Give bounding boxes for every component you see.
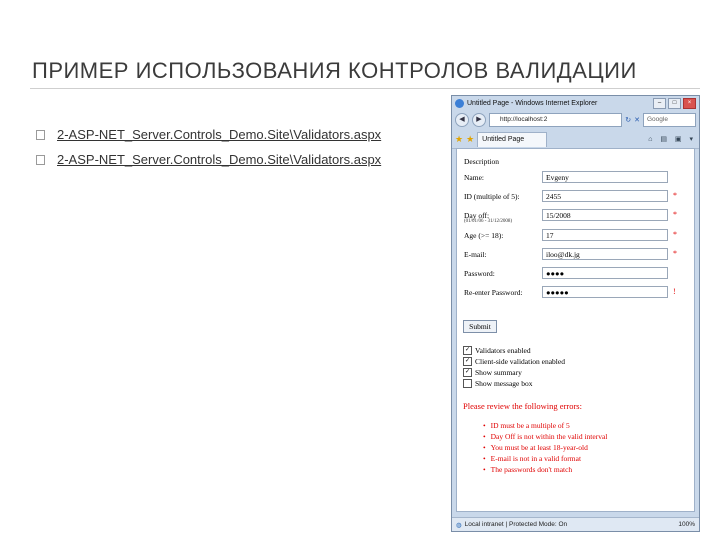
field-label: Re-enter Password: xyxy=(464,288,523,297)
id-input[interactable]: 2455 xyxy=(542,190,668,202)
field-label: ID (multiple of 5): xyxy=(464,192,520,201)
stop-icon[interactable]: ✕ xyxy=(634,116,640,124)
required-marker: * xyxy=(673,249,677,258)
error-item: You must be at least 18-year-old xyxy=(483,443,607,454)
form-row-reenter-password: Re-enter Password: ●●●●● ! xyxy=(464,286,689,300)
browser-window: Untitled Page - Windows Internet Explore… xyxy=(451,95,700,532)
field-note: (01/01/06 - 31/12/2008) xyxy=(464,219,513,224)
required-marker: * xyxy=(673,230,677,239)
globe-icon: ◍ xyxy=(456,521,462,529)
back-button[interactable]: ◀ xyxy=(455,113,469,127)
refresh-icon[interactable]: ↻ xyxy=(625,116,631,124)
validators-link[interactable]: 2-ASP-NET_Server.Controls_Demo.Site\Vali… xyxy=(57,127,381,142)
required-marker: ! xyxy=(673,287,676,296)
add-favorites-icon[interactable]: ★ xyxy=(466,134,474,145)
form-row-email: E-mail: iloo@dk.jg * xyxy=(464,248,689,262)
checkbox-validators-enabled[interactable]: ✓ Validators enabled xyxy=(463,345,531,355)
reenter-password-input[interactable]: ●●●●● xyxy=(542,286,668,298)
window-titlebar: Untitled Page - Windows Internet Explore… xyxy=(452,96,699,110)
checkbox-client-side[interactable]: ✓ Client-side validation enabled xyxy=(463,356,565,366)
age-input[interactable]: 17 xyxy=(542,229,668,241)
status-bar: ◍ Local intranet | Protected Mode: On 10… xyxy=(452,517,699,531)
address-bar-row: ◀ ▶ http://localhost:2 ↻ ✕ Google xyxy=(452,110,699,130)
error-item: E-mail is not in a valid format xyxy=(483,454,607,465)
password-input[interactable]: ●●●● xyxy=(542,267,668,279)
form-row-password: Password: ●●●● xyxy=(464,267,689,281)
checkbox-label: Client-side validation enabled xyxy=(475,356,565,366)
checkbox-label: Show summary xyxy=(475,367,522,377)
checkbox-label: Validators enabled xyxy=(475,345,531,355)
error-item: The passwords don't match xyxy=(483,465,607,476)
field-label: Age (>= 18): xyxy=(464,231,504,240)
form-row-id: ID (multiple of 5): 2455 * xyxy=(464,190,689,204)
address-input[interactable]: http://localhost:2 xyxy=(489,113,623,127)
form-row-day-off: Day off: (01/01/06 - 31/12/2008) 15/2008… xyxy=(464,209,689,224)
checkbox-icon[interactable] xyxy=(463,378,472,388)
form-row-name: Name: Evgeny xyxy=(464,171,689,185)
field-label: Name: xyxy=(464,173,484,182)
checkbox-icon[interactable]: ✓ xyxy=(463,345,472,355)
zoom-level[interactable]: 100% xyxy=(678,521,695,528)
required-marker: * xyxy=(673,191,677,200)
bullet-item: 2-ASP-NET_Server.Controls_Demo.Site\Vali… xyxy=(36,127,381,142)
form-row-age: Age (>= 18): 17 * xyxy=(464,229,689,243)
search-input[interactable]: Google xyxy=(643,113,696,127)
day-off-input[interactable]: 15/2008 xyxy=(542,209,668,221)
checkbox-icon[interactable]: ✓ xyxy=(463,356,472,366)
tab-untitled-page[interactable]: Untitled Page xyxy=(477,131,548,147)
close-button[interactable]: × xyxy=(683,97,696,109)
field-label: Password: xyxy=(464,269,495,278)
name-input[interactable]: Evgeny xyxy=(542,171,668,183)
status-text: Local intranet | Protected Mode: On xyxy=(464,521,568,528)
field-label: E-mail: xyxy=(464,250,487,259)
minimize-button[interactable]: – xyxy=(653,97,666,109)
page-content: Description Name: Evgeny ID (multiple of… xyxy=(456,148,695,512)
checkbox-show-summary[interactable]: ✓ Show summary xyxy=(463,367,522,377)
required-marker: * xyxy=(673,210,677,219)
email-input[interactable]: iloo@dk.jg xyxy=(542,248,668,260)
error-item: Day Off is not within the valid interval xyxy=(483,432,608,443)
bullet-box-icon xyxy=(36,129,45,140)
checkbox-icon[interactable]: ✓ xyxy=(463,367,472,377)
maximize-button[interactable]: □ xyxy=(668,97,681,109)
checkbox-show-message-box[interactable]: Show message box xyxy=(463,378,533,388)
ie-logo-icon xyxy=(455,98,464,108)
checkbox-label: Show message box xyxy=(475,378,533,388)
form-heading: Description xyxy=(464,157,499,166)
tab-bar: ★ ★ Untitled Page ⌂ ▤ ▣ ▾ xyxy=(452,130,699,149)
validation-summary-heading: Please review the following errors: xyxy=(463,401,582,411)
toolbar-icons[interactable]: ⌂ ▤ ▣ ▾ xyxy=(648,135,696,143)
bullet-item: 2-ASP-NET_Server.Controls_Demo.Site\Vali… xyxy=(36,152,381,167)
window-title: Untitled Page - Windows Internet Explore… xyxy=(467,99,598,107)
validators-link[interactable]: 2-ASP-NET_Server.Controls_Demo.Site\Vali… xyxy=(57,152,381,167)
error-item: ID must be a multiple of 5 xyxy=(483,421,607,432)
bullet-box-icon xyxy=(36,154,45,165)
favorites-star-icon[interactable]: ★ xyxy=(455,134,463,145)
validation-summary-list: ID must be a multiple of 5 Day Off is no… xyxy=(483,421,608,476)
submit-button[interactable]: Submit xyxy=(463,320,497,333)
slide-title: ПРИМЕР ИСПОЛЬЗОВАНИЯ КОНТРОЛОВ ВАЛИДАЦИИ xyxy=(32,58,637,83)
forward-button[interactable]: ▶ xyxy=(472,113,486,127)
title-divider xyxy=(30,88,700,89)
